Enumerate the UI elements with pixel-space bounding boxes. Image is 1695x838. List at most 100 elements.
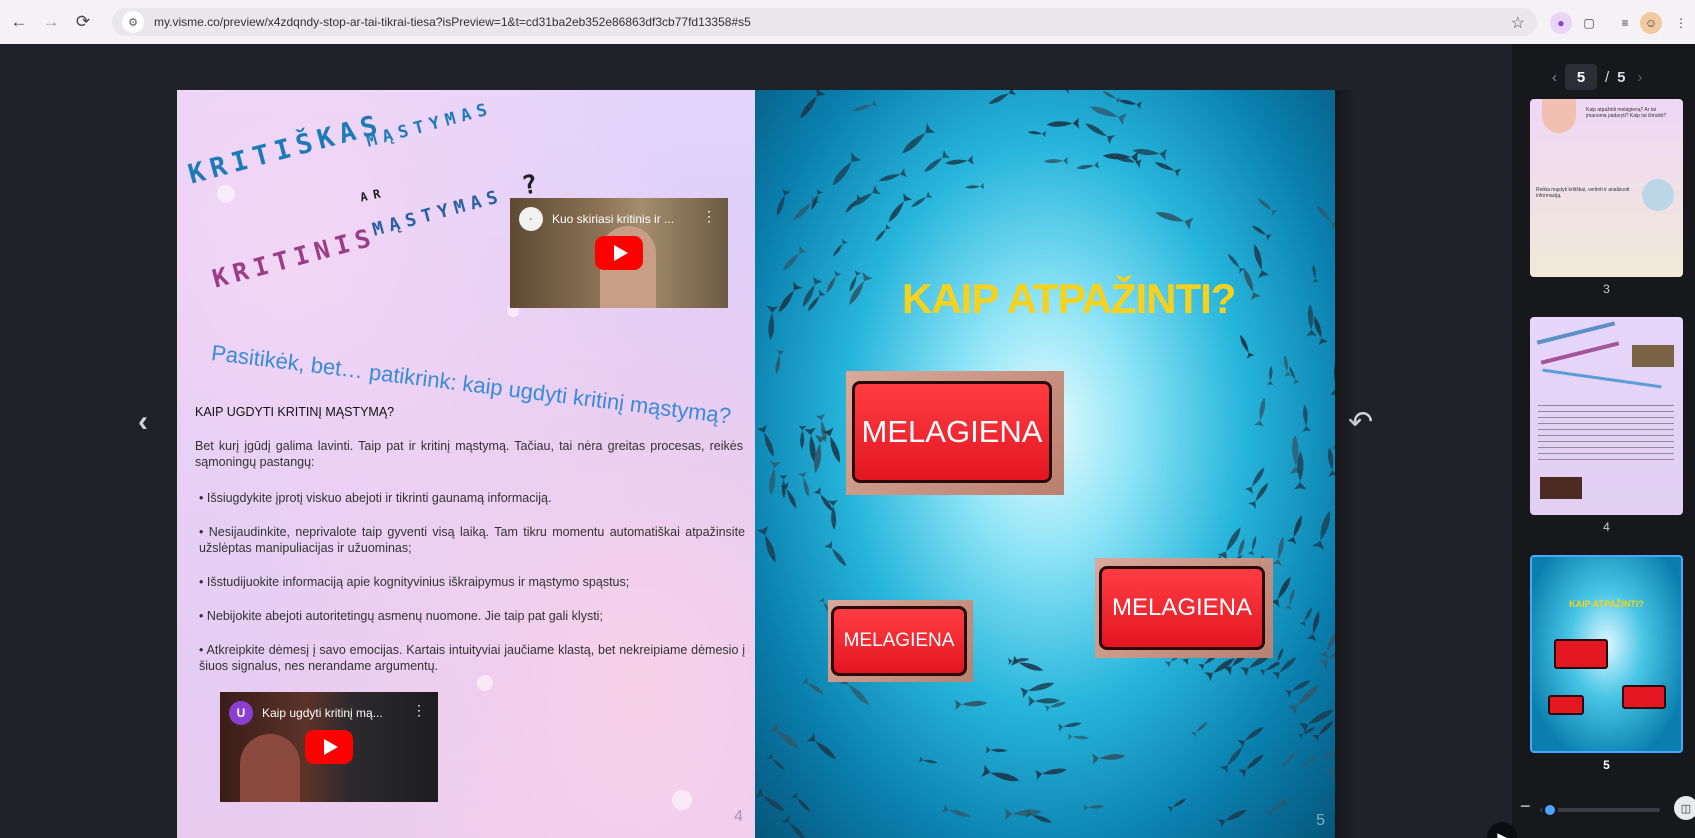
page-number: 5 bbox=[1316, 812, 1325, 829]
fish-shape bbox=[782, 245, 807, 271]
star-icon[interactable]: ☆ bbox=[1511, 13, 1525, 33]
thumbnail-page-3[interactable]: Kaip atpažinti melagieną? Ar tai įmanoma… bbox=[1530, 99, 1683, 277]
fish-shape bbox=[1118, 99, 1142, 110]
address-bar[interactable]: ⚙ my.visme.co/preview/x4zdqndy-stop-ar-t… bbox=[112, 8, 1537, 36]
thumbnail-page-4[interactable] bbox=[1530, 317, 1683, 515]
fish-shape bbox=[1091, 753, 1126, 765]
puzzle-icon[interactable]: ▢ bbox=[1578, 12, 1600, 34]
back-nav-button[interactable]: ← bbox=[6, 9, 32, 35]
youtube-play-button[interactable] bbox=[595, 236, 643, 270]
melagiena-label: MELAGIENA bbox=[831, 606, 967, 676]
thumbnail-title-line bbox=[1536, 321, 1616, 345]
fish-shape bbox=[1272, 657, 1297, 680]
fish-shape bbox=[1102, 91, 1121, 104]
thumbnail-label: 4 bbox=[1603, 520, 1610, 534]
chevron-left-icon[interactable]: ‹ bbox=[1552, 69, 1557, 86]
intro-paragraph: Bet kurį įgūdį galima lavinti. Taip pat … bbox=[195, 439, 743, 469]
fish-shape bbox=[1266, 365, 1274, 386]
fish-shape bbox=[1155, 212, 1194, 230]
fish-shape bbox=[798, 471, 809, 497]
fish-shape bbox=[1248, 482, 1269, 509]
chevron-left-icon[interactable]: ‹ bbox=[138, 405, 148, 439]
site-info-button[interactable]: ⚙ bbox=[122, 11, 144, 33]
avatar bbox=[1642, 179, 1674, 211]
fish-shape bbox=[769, 460, 781, 496]
fish-shape bbox=[1154, 162, 1182, 177]
fish-shape bbox=[1283, 354, 1292, 377]
fish-shape bbox=[781, 814, 807, 838]
chevron-right-icon[interactable]: › bbox=[1638, 69, 1643, 86]
fish-shape bbox=[1240, 334, 1255, 359]
arrow-left-icon: ← bbox=[10, 12, 28, 31]
fish-shape bbox=[755, 788, 785, 811]
page-5: KAIP ATPAŽINTI? MELAGIENA MELAGIENA MELA… bbox=[755, 90, 1335, 838]
fish-shape bbox=[1312, 511, 1331, 550]
fish-shape bbox=[1067, 733, 1090, 741]
total-pages: 5 bbox=[1617, 68, 1626, 86]
fish-shape bbox=[822, 427, 840, 463]
zoom-out-button[interactable]: − bbox=[1520, 796, 1531, 817]
url-text[interactable]: my.visme.co/preview/x4zdqndy-stop-ar-tai… bbox=[154, 15, 751, 29]
page-4: KRITIŠKAS MĄSTYMAS AR KRITINIS MĄSTYMAS … bbox=[177, 90, 755, 838]
extension-icon[interactable]: ● bbox=[1550, 12, 1572, 34]
thumbnail-page-5[interactable]: KAIP ATPAŽINTI? bbox=[1530, 555, 1683, 753]
book-view-icon[interactable]: ◫ bbox=[1674, 796, 1695, 820]
melagiena-thumb bbox=[1622, 685, 1666, 709]
presenter-figure bbox=[240, 734, 300, 802]
tune-icon: ⚙ bbox=[128, 16, 138, 29]
profile-avatar[interactable]: ☺ bbox=[1640, 12, 1662, 34]
fish-shape bbox=[1043, 90, 1071, 94]
sparkle bbox=[672, 790, 692, 810]
thumbnail-title: KAIP ATPAŽINTI? bbox=[1569, 599, 1644, 609]
melagiena-label: MELAGIENA bbox=[852, 381, 1052, 483]
fish-shape bbox=[806, 732, 836, 760]
fish-shape bbox=[755, 516, 757, 540]
fish-shape bbox=[1253, 243, 1270, 279]
menu-dots-icon[interactable]: ⋮ bbox=[1670, 12, 1692, 34]
forward-nav-button[interactable]: → bbox=[38, 9, 64, 35]
menu-dots-icon[interactable]: ⋮ bbox=[702, 208, 716, 225]
menu-dots-icon[interactable]: ⋮ bbox=[412, 702, 426, 719]
fish-shape bbox=[1060, 90, 1081, 91]
fish-shape bbox=[988, 90, 1017, 105]
zoom-slider[interactable] bbox=[1540, 808, 1660, 812]
reload-button[interactable]: ⟳ bbox=[70, 9, 96, 35]
fish-shape bbox=[1057, 722, 1082, 732]
fish-shape bbox=[811, 189, 823, 211]
youtube-video-2[interactable]: U Kaip ugdyti kritinį mą... ⋮ bbox=[220, 692, 438, 802]
fish-shape bbox=[911, 191, 933, 208]
fish-shape bbox=[1237, 726, 1264, 749]
youtube-play-button[interactable] bbox=[305, 730, 353, 764]
fish-shape bbox=[1238, 754, 1264, 778]
zoom-slider-handle[interactable] bbox=[1542, 802, 1558, 818]
fish-shape bbox=[1280, 752, 1296, 768]
fish-shape bbox=[965, 182, 985, 190]
fish-shape bbox=[1301, 755, 1318, 769]
section-heading: KAIP UGDYTI KRITINĮ MĄSTYMĄ? bbox=[195, 405, 395, 419]
youtube-video-1[interactable]: · Kuo skiriasi kritinis ir ... ⋮ bbox=[510, 198, 728, 308]
thumbnail-text: Reikia mąstyti kritiškai, vertinti ir an… bbox=[1536, 187, 1630, 199]
video-title: Kaip ugdyti kritinį mą... bbox=[262, 706, 383, 720]
reading-list-icon[interactable]: ≡ bbox=[1614, 12, 1636, 34]
fish-shape bbox=[1248, 535, 1257, 556]
fish-shape bbox=[766, 753, 785, 770]
fish-shape bbox=[1272, 536, 1284, 566]
fish-shape bbox=[1254, 397, 1266, 427]
fish-shape bbox=[1076, 161, 1100, 170]
melagiena-image-1: MELAGIENA bbox=[846, 371, 1064, 495]
page-navigator: ‹ 5 / 5 › bbox=[1552, 64, 1643, 90]
fish-shape bbox=[832, 238, 848, 257]
video-title: Kuo skiriasi kritinis ir ... bbox=[552, 212, 675, 226]
list-item: • Išsiugdykite įprotį viskuo abejoti ir … bbox=[199, 491, 552, 505]
list-item: • Išstudijuokite informaciją apie kognit… bbox=[199, 575, 630, 589]
current-page-input[interactable]: 5 bbox=[1565, 64, 1597, 90]
fish-shape bbox=[1190, 721, 1208, 738]
fish-shape bbox=[875, 223, 892, 242]
fish-shape bbox=[1085, 123, 1115, 145]
fish-shape bbox=[768, 722, 799, 749]
fish-shape bbox=[1298, 726, 1316, 739]
fish-shape bbox=[1285, 588, 1295, 610]
channel-avatar: U bbox=[229, 701, 253, 725]
fish-shape bbox=[1287, 515, 1302, 545]
fish-shape bbox=[985, 746, 1008, 754]
